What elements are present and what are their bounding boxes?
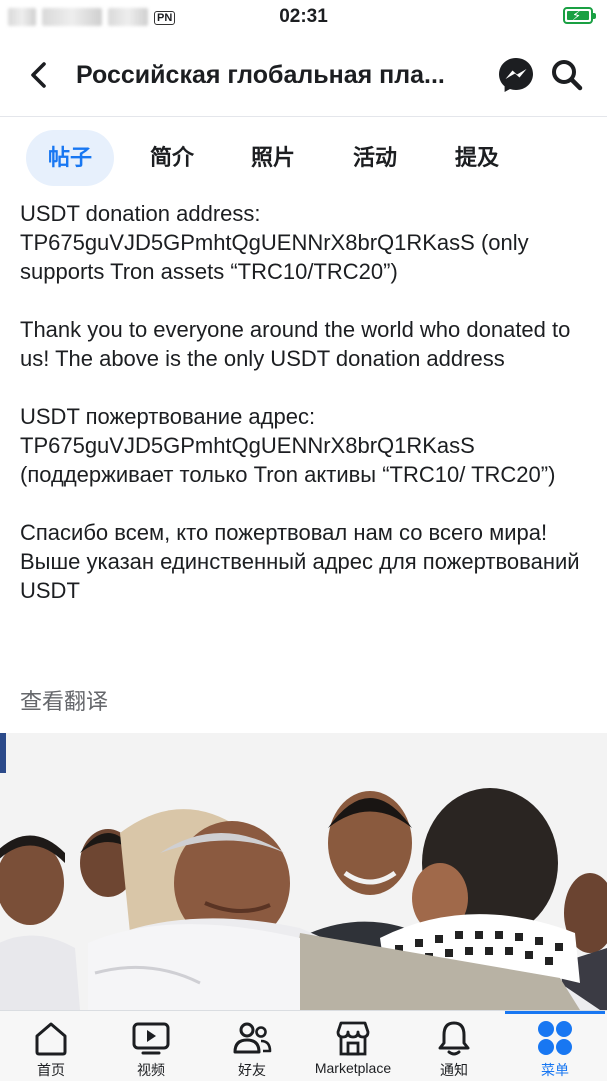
tab-mentions[interactable]: 提及 — [433, 130, 521, 186]
friends-icon — [233, 1022, 272, 1054]
tab-photos[interactable]: 照片 — [229, 130, 317, 186]
profile-tabs: 帖子 简介 照片 活动 提及 — [0, 128, 607, 188]
see-translation-link[interactable]: 查看翻译 — [20, 684, 108, 716]
nav-notifications[interactable]: 通知 — [404, 1011, 504, 1081]
charging-bolt-icon: ⚡ — [572, 8, 582, 23]
search-button[interactable] — [549, 57, 585, 93]
search-icon — [552, 60, 583, 91]
post-paragraph-thanks-en: Thank you to everyone around the world w… — [20, 317, 571, 371]
chevron-left-icon — [31, 62, 46, 88]
nav-home[interactable]: 首页 — [1, 1011, 101, 1081]
post-photo[interactable] — [0, 733, 607, 1010]
battery-icon: ⚡ — [563, 7, 596, 24]
page-title: Российская глобальная пла... — [76, 61, 445, 89]
menu-icon — [538, 1021, 572, 1055]
nav-menu[interactable]: 菜单 — [505, 1011, 605, 1081]
bell-icon — [438, 1021, 470, 1056]
post-body: USDT donation address: TP675guVJD5GPmhtQ… — [20, 199, 590, 634]
nav-friends[interactable]: 好友 — [202, 1011, 302, 1081]
status-time: 02:31 — [279, 6, 328, 27]
post-paragraph-thanks-ru: Спасибо всем, кто пожертвовал нам со все… — [20, 520, 580, 603]
messenger-icon — [499, 58, 533, 92]
video-icon — [132, 1022, 170, 1055]
post-paragraph-usdt-address-en: USDT donation address: TP675guVJD5GPmhtQ… — [20, 201, 529, 284]
home-icon — [35, 1022, 67, 1056]
nav-friends-label: 好友 — [238, 1062, 266, 1078]
nav-marketplace[interactable]: Marketplace — [303, 1011, 403, 1081]
photo-people-embracing — [0, 733, 607, 1010]
tab-events[interactable]: 活动 — [331, 130, 419, 186]
page-header: Российская глобальная пла... — [0, 36, 607, 117]
status-bar: PN 02:31 ⚡ — [0, 0, 607, 36]
nav-home-label: 首页 — [37, 1062, 65, 1078]
nav-marketplace-label: Marketplace — [314, 1060, 392, 1076]
nav-video-label: 视频 — [137, 1062, 165, 1078]
active-tab-indicator — [505, 1011, 605, 1014]
messenger-button[interactable] — [497, 56, 535, 94]
post-paragraph-usdt-address-ru: USDT пожертвование адрес: TP675guVJD5GPm… — [20, 404, 556, 487]
nav-video[interactable]: 视频 — [101, 1011, 201, 1081]
tab-posts[interactable]: 帖子 — [26, 130, 114, 186]
back-button[interactable] — [22, 58, 56, 92]
tab-about[interactable]: 简介 — [128, 130, 216, 186]
nav-notifications-label: 通知 — [440, 1062, 468, 1078]
nav-menu-label: 菜单 — [541, 1062, 569, 1078]
marketplace-icon — [336, 1021, 370, 1056]
bottom-navigation: 首页 视频 好友 Marketplace 通知 菜单 — [0, 1010, 607, 1081]
